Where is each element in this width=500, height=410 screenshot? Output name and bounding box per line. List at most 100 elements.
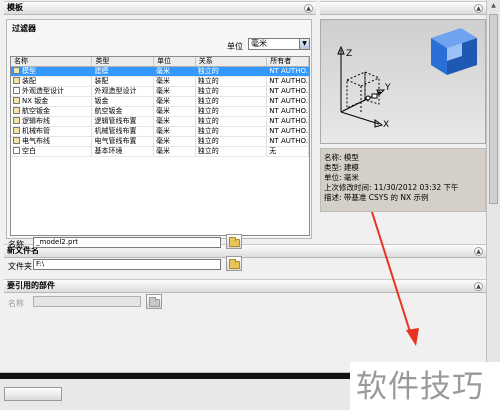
row-name: 航空钣金 xyxy=(22,107,50,115)
row-owner: NT AUTHO... xyxy=(269,87,309,96)
collapse-new-file-icon[interactable]: ▲ xyxy=(474,247,483,256)
template-logical-routing-icon xyxy=(13,117,20,124)
row-relation: 独立的 xyxy=(196,147,268,156)
file-name-input[interactable]: _model2.prt xyxy=(33,237,221,248)
scroll-up-icon[interactable]: ▲ xyxy=(487,0,500,12)
template-aero-sheet-metal-icon xyxy=(13,107,20,114)
row-relation: 独立的 xyxy=(196,107,268,116)
info-unit: 单位: 毫米 xyxy=(324,173,359,182)
row-name: 逻辑布线 xyxy=(22,117,50,125)
referenced-part-section-title: 要引用的部件 xyxy=(7,281,55,290)
row-unit: 毫米 xyxy=(154,67,196,76)
referenced-part-input xyxy=(33,296,141,307)
row-unit: 毫米 xyxy=(154,147,196,156)
template-preview: Z Y X xyxy=(320,19,486,144)
watermark-panel: 软件技巧 xyxy=(350,362,500,410)
preview-section-header[interactable]: ▲ xyxy=(320,1,486,15)
modeling-cube-icon xyxy=(431,28,477,75)
row-unit: 毫米 xyxy=(154,127,196,136)
row-name: 外观造型设计 xyxy=(22,87,64,95)
table-row[interactable]: 逻辑布线 逻辑管线布置 毫米 独立的 NT AUTHO... xyxy=(11,117,309,127)
folder-icon xyxy=(229,259,240,269)
row-owner: NT AUTHO... xyxy=(269,117,309,126)
collapse-referenced-part-icon[interactable]: ▲ xyxy=(474,282,483,291)
template-table: 名称 类型 单位 关系 所有者 模型 建模 毫米 独立的 NT AUTHO...… xyxy=(10,56,310,236)
row-relation: 独立的 xyxy=(196,87,268,96)
collapse-templates-icon[interactable]: ▲ xyxy=(304,4,313,13)
column-header-unit[interactable]: 单位 xyxy=(154,57,196,66)
template-assembly-icon xyxy=(13,77,20,84)
row-name: 电气布线 xyxy=(22,137,50,145)
column-header-relation[interactable]: 关系 xyxy=(196,57,268,66)
row-type: 航空钣金 xyxy=(92,107,155,116)
table-row[interactable]: 机械布管 机械管线布置 毫米 独立的 NT AUTHO... xyxy=(11,127,309,137)
table-header: 名称 类型 单位 关系 所有者 xyxy=(11,57,309,67)
templates-section-header[interactable]: 模板 ▲ xyxy=(4,1,316,15)
info-name: 名称: 模型 xyxy=(324,153,359,162)
row-relation: 独立的 xyxy=(196,137,268,146)
info-description: 描述: 带基准 CSYS 的 NX 示例 xyxy=(324,193,429,202)
template-sheet-metal-icon xyxy=(13,97,20,104)
table-row[interactable]: 装配 装配 毫米 独立的 NT AUTHO... xyxy=(11,77,309,87)
row-unit: 毫米 xyxy=(154,107,196,116)
referenced-part-section-header[interactable]: 要引用的部件 ▲ xyxy=(4,279,486,293)
unit-select-value: 毫米 xyxy=(251,39,267,48)
table-row[interactable]: 空白 基本环境 毫米 独立的 无 xyxy=(11,147,309,157)
row-owner: NT AUTHO... xyxy=(269,107,309,116)
row-name: 模型 xyxy=(22,67,36,75)
row-type: 电气管线布置 xyxy=(92,137,155,146)
row-relation: 独立的 xyxy=(196,117,268,126)
folder-path-input[interactable]: F:\ xyxy=(33,259,221,270)
name-label: 名称 xyxy=(8,240,24,249)
table-row[interactable]: 航空钣金 航空钣金 毫米 独立的 NT AUTHO... xyxy=(11,107,309,117)
vertical-scrollbar[interactable]: ▲ xyxy=(486,0,500,410)
row-owner: NT AUTHO... xyxy=(269,77,309,86)
row-type: 逻辑管线布置 xyxy=(92,117,155,126)
taskbar-strip xyxy=(0,373,350,379)
table-row[interactable]: NX 钣金 钣金 毫米 独立的 NT AUTHO... xyxy=(11,97,309,107)
row-type: 基本环境 xyxy=(92,147,155,156)
table-row[interactable]: 电气布线 电气管线布置 毫米 独立的 NT AUTHO... xyxy=(11,137,309,147)
row-type: 建模 xyxy=(92,67,155,76)
table-row[interactable]: 模型 建模 毫米 独立的 NT AUTHO... xyxy=(11,67,309,77)
folder-icon xyxy=(229,237,240,247)
row-unit: 毫米 xyxy=(154,87,196,96)
chevron-down-icon[interactable]: ▼ xyxy=(299,39,309,49)
browse-name-button[interactable] xyxy=(226,234,242,249)
row-relation: 独立的 xyxy=(195,67,268,76)
column-header-owner[interactable]: 所有者 xyxy=(267,57,309,66)
row-owner: NT AUTHO... xyxy=(269,127,309,136)
column-header-type[interactable]: 类型 xyxy=(92,57,155,66)
row-unit: 毫米 xyxy=(154,117,196,126)
unit-select[interactable]: 毫米 ▼ xyxy=(248,38,310,50)
template-mechanical-routing-icon xyxy=(13,127,20,134)
row-owner: NT AUTHO... xyxy=(269,97,309,106)
filter-group: 过滤器 单位 毫米 ▼ 名称 类型 单位 关系 所有者 模型 建模 毫米 独立的… xyxy=(6,19,312,239)
dialog-button[interactable] xyxy=(4,387,62,401)
template-info: 名称: 模型 类型: 建模 单位: 毫米 上次修改时间: 11/30/2012 … xyxy=(320,148,486,212)
collapse-preview-icon[interactable]: ▲ xyxy=(474,4,483,13)
row-unit: 毫米 xyxy=(154,137,196,146)
row-owner: NT AUTHO... xyxy=(267,67,309,76)
new-file-dialog: 模板 ▲ 过滤器 单位 毫米 ▼ 名称 类型 单位 关系 所有者 模型 建模 毫… xyxy=(0,0,486,372)
unit-label: 单位 xyxy=(227,42,243,51)
table-row[interactable]: 外观造型设计 外观造型设计 毫米 独立的 NT AUTHO... xyxy=(11,87,309,97)
scroll-thumb[interactable] xyxy=(489,14,498,204)
info-modified: 上次修改时间: 11/30/2012 03:32 下午 xyxy=(324,183,459,192)
browse-folder-button[interactable] xyxy=(226,256,242,271)
template-blank-icon xyxy=(13,147,20,154)
folder-icon xyxy=(149,297,160,307)
row-owner: 无 xyxy=(267,147,309,156)
dialog-button-bar xyxy=(0,372,350,410)
row-type: 外观造型设计 xyxy=(92,87,155,96)
row-owner: NT AUTHO... xyxy=(269,137,309,146)
template-electrical-routing-icon xyxy=(13,137,20,144)
column-header-name[interactable]: 名称 xyxy=(11,57,93,66)
csys-preview-graphic: Z Y X xyxy=(337,28,477,130)
axis-y-label: Y xyxy=(384,83,391,93)
info-type: 类型: 建模 xyxy=(324,163,359,172)
folder-label: 文件夹 xyxy=(8,262,32,271)
row-name: 空白 xyxy=(22,147,36,155)
axis-x-label: X xyxy=(383,120,389,130)
row-relation: 独立的 xyxy=(196,77,268,86)
